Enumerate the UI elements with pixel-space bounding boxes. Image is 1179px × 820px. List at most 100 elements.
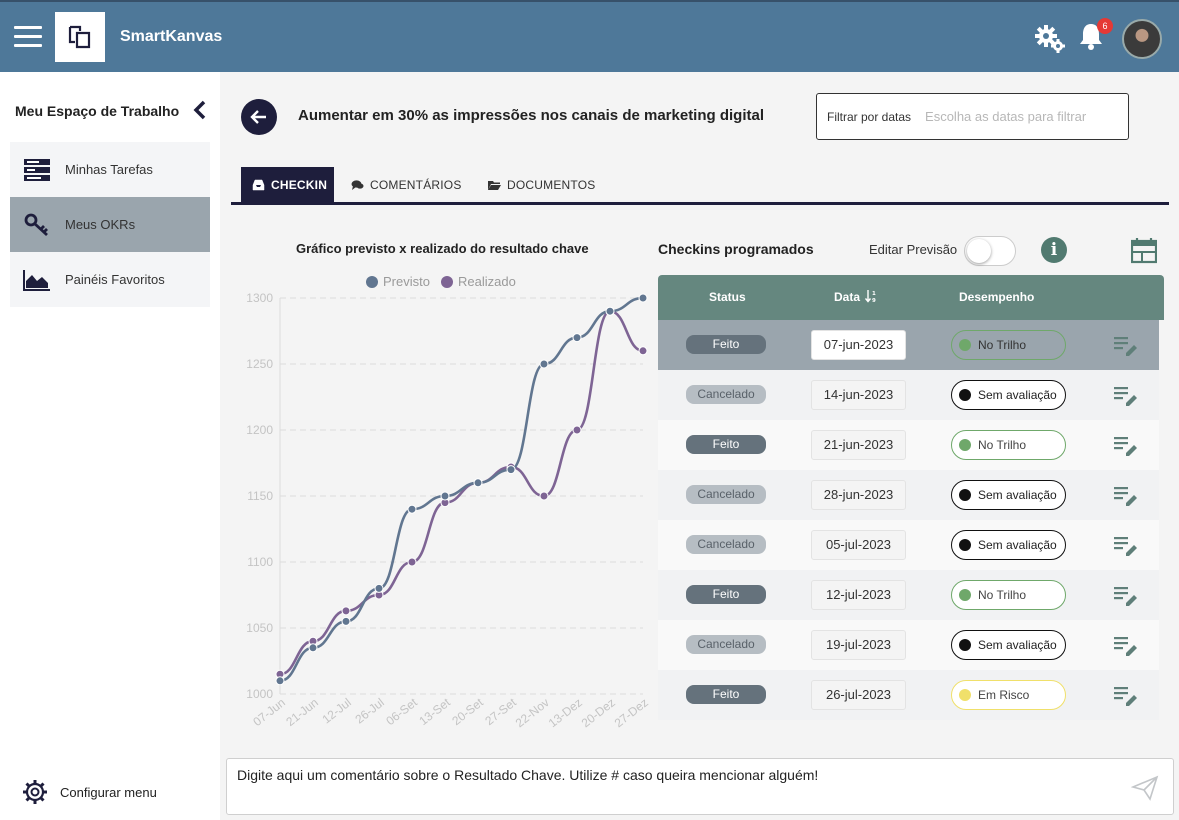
sidebar-item-minhas-tarefas[interactable]: Minhas Tarefas [10, 142, 210, 197]
svg-text:1: 1 [872, 291, 876, 297]
configure-menu-button[interactable]: Configurar menu [22, 779, 157, 805]
checkin-date[interactable]: 05-jul-2023 [811, 530, 906, 560]
settings-icon[interactable] [1034, 24, 1066, 54]
checkin-row[interactable]: Cancelado 14-jun-2023 Sem avaliação [658, 370, 1159, 420]
inbox-icon [252, 179, 265, 190]
checkin-row[interactable]: Feito 21-jun-2023 No Trilho [658, 420, 1159, 470]
legend-marker [441, 276, 453, 288]
status-badge: Cancelado [686, 635, 766, 654]
x-tick-label: 20-Dez [579, 695, 618, 730]
x-tick-label: 13-Set [416, 695, 453, 728]
checkin-row[interactable]: Cancelado 05-jul-2023 Sem avaliação [658, 520, 1159, 570]
edit-checkin-icon[interactable] [1114, 536, 1138, 556]
y-tick-label: 1300 [246, 291, 273, 305]
performance-dot [959, 389, 971, 401]
tab-documentos[interactable]: DOCUMENTOS [488, 167, 595, 202]
legend-marker [366, 276, 378, 288]
edit-checkin-icon[interactable] [1114, 686, 1138, 706]
status-badge: Feito [686, 435, 766, 454]
checkin-row[interactable]: Cancelado 28-jun-2023 Sem avaliação [658, 470, 1159, 520]
performance-badge: No Trilho [951, 430, 1066, 460]
edit-forecast-toggle[interactable] [964, 236, 1016, 266]
avatar[interactable] [1122, 19, 1162, 59]
status-badge: Feito [686, 335, 766, 354]
x-tick-label: 20-Set [449, 695, 486, 728]
date-filter-input[interactable] [925, 109, 1096, 124]
tab-checkin[interactable]: CHECKIN [241, 167, 334, 202]
tab-bar: CHECKIN COMENTÁRIOS DOCUMENTOS [231, 167, 1169, 205]
checkin-date[interactable]: 12-jul-2023 [811, 580, 906, 610]
series-line-realizado [279, 309, 644, 676]
sort-icon[interactable]: 1 9 [865, 289, 877, 303]
status-badge: Cancelado [686, 385, 766, 404]
data-point [440, 491, 450, 501]
sidebar-item-meus-okrs[interactable]: Meus OKRs [10, 197, 210, 252]
area-chart-icon [23, 268, 51, 292]
checkin-date[interactable]: 21-jun-2023 [811, 430, 906, 460]
logo-icon[interactable] [55, 12, 105, 62]
edit-checkin-icon[interactable] [1114, 336, 1138, 356]
checkin-row[interactable]: Cancelado 19-jul-2023 Sem avaliação [658, 620, 1159, 670]
checkin-date[interactable]: 26-jul-2023 [811, 680, 906, 710]
edit-checkin-icon[interactable] [1114, 486, 1138, 506]
checkin-row[interactable]: Feito 26-jul-2023 Em Risco [658, 670, 1159, 720]
edit-checkin-icon[interactable] [1114, 436, 1138, 456]
tab-label: COMENTÁRIOS [370, 177, 462, 192]
data-point [308, 643, 318, 653]
checkin-date[interactable]: 14-jun-2023 [811, 380, 906, 410]
column-date[interactable]: Data [834, 290, 860, 304]
calendar-table-icon[interactable] [1130, 238, 1158, 264]
sidebar-item-paineis-favoritos[interactable]: Painéis Favoritos [10, 252, 210, 307]
performance-label: Em Risco [978, 688, 1030, 702]
edit-checkin-icon[interactable] [1114, 636, 1138, 656]
performance-label: Sem avaliação [978, 638, 1057, 652]
performance-badge: Sem avaliação [951, 380, 1066, 410]
sidebar: Meu Espaço de Trabalho Minhas Tarefas Me… [0, 72, 220, 820]
sidebar-item-label: Minhas Tarefas [65, 162, 153, 177]
info-icon[interactable]: i [1041, 237, 1067, 263]
date-filter[interactable]: Filtrar por datas [816, 93, 1129, 140]
checkin-row[interactable]: Feito 07-jun-2023 No Trilho [658, 320, 1159, 370]
collapse-icon[interactable] [192, 100, 208, 120]
status-badge: Cancelado [686, 485, 766, 504]
performance-label: No Trilho [978, 338, 1027, 352]
performance-label: No Trilho [978, 588, 1027, 602]
performance-dot [959, 639, 971, 651]
comment-input[interactable] [237, 767, 1117, 807]
edit-checkin-icon[interactable] [1114, 586, 1138, 606]
checkin-date[interactable]: 19-jul-2023 [811, 630, 906, 660]
performance-dot [959, 489, 971, 501]
edit-forecast-label: Editar Previsão [869, 242, 958, 257]
data-point [572, 425, 582, 435]
workspace-title: Meu Espaço de Trabalho [15, 103, 180, 119]
folder-icon [488, 180, 501, 190]
checkin-date[interactable]: 07-jun-2023 [811, 330, 906, 360]
data-point [275, 676, 285, 686]
series-line-previsto [279, 296, 644, 683]
column-status: Status [709, 290, 746, 304]
checkin-row[interactable]: Feito 12-jul-2023 No Trilho [658, 570, 1159, 620]
gear-icon [22, 779, 48, 805]
edit-checkin-icon[interactable] [1114, 386, 1138, 406]
data-point [605, 306, 615, 316]
performance-dot [959, 589, 971, 601]
x-tick-label: 27-Set [482, 695, 519, 728]
status-badge: Cancelado [686, 535, 766, 554]
menu-icon[interactable] [14, 26, 42, 48]
performance-label: No Trilho [978, 438, 1027, 452]
data-point [374, 583, 384, 593]
line-chart: Previsto Realizado 1000 1050 1100 1150 1200 125… [246, 274, 651, 730]
performance-badge: Em Risco [951, 680, 1066, 710]
checkin-date[interactable]: 28-jun-2023 [811, 480, 906, 510]
send-icon[interactable] [1131, 775, 1159, 801]
date-filter-label: Filtrar por datas [827, 109, 912, 124]
column-performance: Desempenho [959, 290, 1035, 304]
x-tick-label: 12-Jul [319, 695, 353, 726]
performance-badge: No Trilho [951, 330, 1066, 360]
chart-title: Gráfico previsto x realizado do resultad… [296, 241, 589, 256]
tab-comentarios[interactable]: COMENTÁRIOS [351, 167, 462, 202]
legend-label: Realizado [458, 274, 516, 289]
back-button[interactable] [241, 99, 277, 135]
data-point [341, 616, 351, 626]
tab-label: CHECKIN [271, 177, 328, 192]
